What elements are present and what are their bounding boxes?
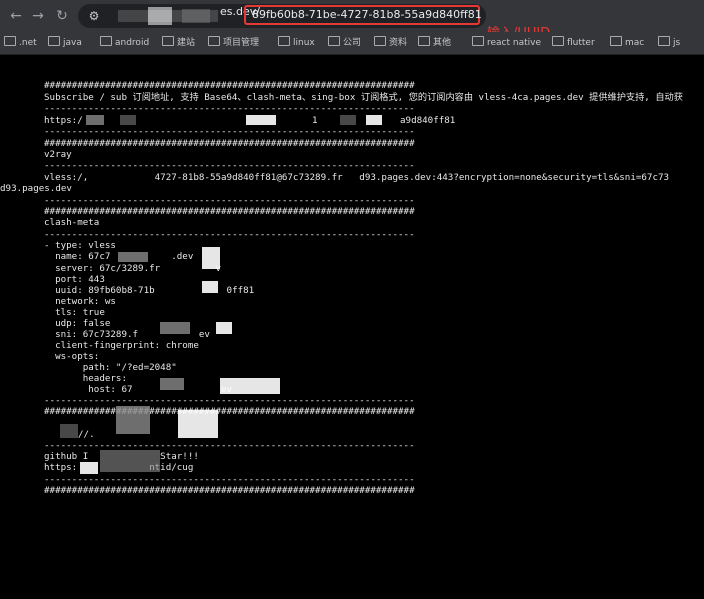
page-content: ########################################… xyxy=(0,0,683,599)
section-title-v2ray: v2ray xyxy=(44,149,72,160)
bookmark-folder[interactable]: flutter xyxy=(552,36,595,50)
redacted-block xyxy=(202,281,218,293)
folder-icon xyxy=(328,36,340,46)
redacted-block xyxy=(366,115,382,125)
bookmark-folder[interactable]: mac xyxy=(610,36,644,50)
separator-hash: ########################################… xyxy=(44,485,415,496)
folder-icon xyxy=(48,36,60,46)
separator-hash: ########################################… xyxy=(44,206,415,217)
separator-dash: ----------------------------------------… xyxy=(44,195,415,206)
bookmarks-bar: .net java android 建站 项目管理 linux 公司 资料 其他… xyxy=(0,32,704,55)
bookmark-folder[interactable]: linux xyxy=(278,36,315,50)
redacted-block xyxy=(160,322,190,334)
clash-line: path: "/?ed=2048" xyxy=(44,362,177,373)
site-info-icon[interactable]: ⚙ xyxy=(86,8,102,24)
redacted-url xyxy=(182,9,210,23)
bookmark-folder[interactable]: react native xyxy=(472,36,541,50)
footer-line: //. xyxy=(78,429,95,440)
clash-line: port: 443 xyxy=(44,274,105,285)
browser-toolbar: ← → ↻ ⚙ es.dev/ 89fb60b8-71be-4727-81b8-… xyxy=(0,0,704,32)
url-uuid: 89fb60b8-71be-4727-81b8-55a9d840ff81 xyxy=(252,8,482,21)
folder-icon xyxy=(610,36,622,46)
folder-icon xyxy=(418,36,430,46)
separator-hash: ########################################… xyxy=(44,138,415,149)
bookmark-folder[interactable]: 其他 xyxy=(418,36,451,50)
folder-icon xyxy=(472,36,484,46)
redacted-block xyxy=(246,115,276,125)
redacted-block xyxy=(340,115,356,125)
bookmark-folder[interactable]: 项目管理 xyxy=(208,36,259,50)
clash-line: - type: vless xyxy=(44,240,116,251)
separator-hash: ########################################… xyxy=(44,406,415,417)
clash-line: ws-opts: xyxy=(44,351,100,362)
clash-line: udp: false xyxy=(44,318,111,329)
bookmark-folder[interactable]: java xyxy=(48,36,82,50)
separator-dash: ----------------------------------------… xyxy=(44,160,415,171)
clash-line: network: ws xyxy=(44,296,116,307)
redacted-url xyxy=(148,7,172,25)
subscription-url: https:/ xyxy=(44,115,83,126)
separator-hash: ########################################… xyxy=(44,80,415,91)
bookmark-folder[interactable]: 公司 xyxy=(328,36,361,50)
vless-link: vless:/, 4727-81b8-55a9d840ff81@67c73289… xyxy=(44,172,670,183)
clash-line: server: 67c/3289.fr v xyxy=(44,263,222,274)
vless-link-wrap: d93.pages.dev xyxy=(0,183,72,194)
redacted-block xyxy=(216,322,232,334)
folder-icon xyxy=(374,36,386,46)
separator-dash: ----------------------------------------… xyxy=(44,126,415,137)
clash-line: client-fingerprint: chrome xyxy=(44,340,199,351)
intro-text: Subscribe / sub 订阅地址, 支持 Base64、clash-me… xyxy=(44,92,683,103)
folder-icon xyxy=(208,36,220,46)
clash-line: host: 67 ev xyxy=(44,384,233,395)
redacted-block xyxy=(60,424,78,438)
separator-dash: ----------------------------------------… xyxy=(44,103,415,114)
redacted-block xyxy=(100,450,160,472)
clash-line: tls: true xyxy=(44,307,105,318)
redacted-block xyxy=(160,378,184,390)
forward-icon[interactable]: → xyxy=(28,6,48,26)
redacted-block xyxy=(178,410,218,438)
bookmark-folder[interactable]: 资料 xyxy=(374,36,407,50)
subscription-url: 1 xyxy=(312,115,318,126)
folder-icon xyxy=(100,36,112,46)
separator-dash: ----------------------------------------… xyxy=(44,395,415,406)
section-title-clash: clash-meta xyxy=(44,217,100,228)
subscription-url: a9d840ff81 xyxy=(400,115,456,126)
folder-icon xyxy=(162,36,174,46)
redacted-block xyxy=(118,252,148,262)
folder-icon xyxy=(278,36,290,46)
bookmark-folder[interactable]: 建站 xyxy=(162,36,195,50)
redacted-block xyxy=(120,115,136,125)
separator-dash: ----------------------------------------… xyxy=(44,229,415,240)
redacted-block xyxy=(80,462,98,474)
folder-icon xyxy=(552,36,564,46)
clash-line: uuid: 89fb60b8-71b 0ff81 xyxy=(44,285,255,296)
redacted-block xyxy=(86,115,104,125)
bookmark-folder[interactable]: js xyxy=(658,36,680,50)
separator-dash: ----------------------------------------… xyxy=(44,474,415,485)
redacted-block xyxy=(202,247,220,269)
reload-icon[interactable]: ↻ xyxy=(52,6,72,26)
clash-line: headers: xyxy=(44,373,127,384)
bookmark-folder[interactable]: android xyxy=(100,36,149,50)
redacted-block xyxy=(220,378,280,394)
redacted-block xyxy=(116,406,150,434)
folder-icon xyxy=(658,36,670,46)
